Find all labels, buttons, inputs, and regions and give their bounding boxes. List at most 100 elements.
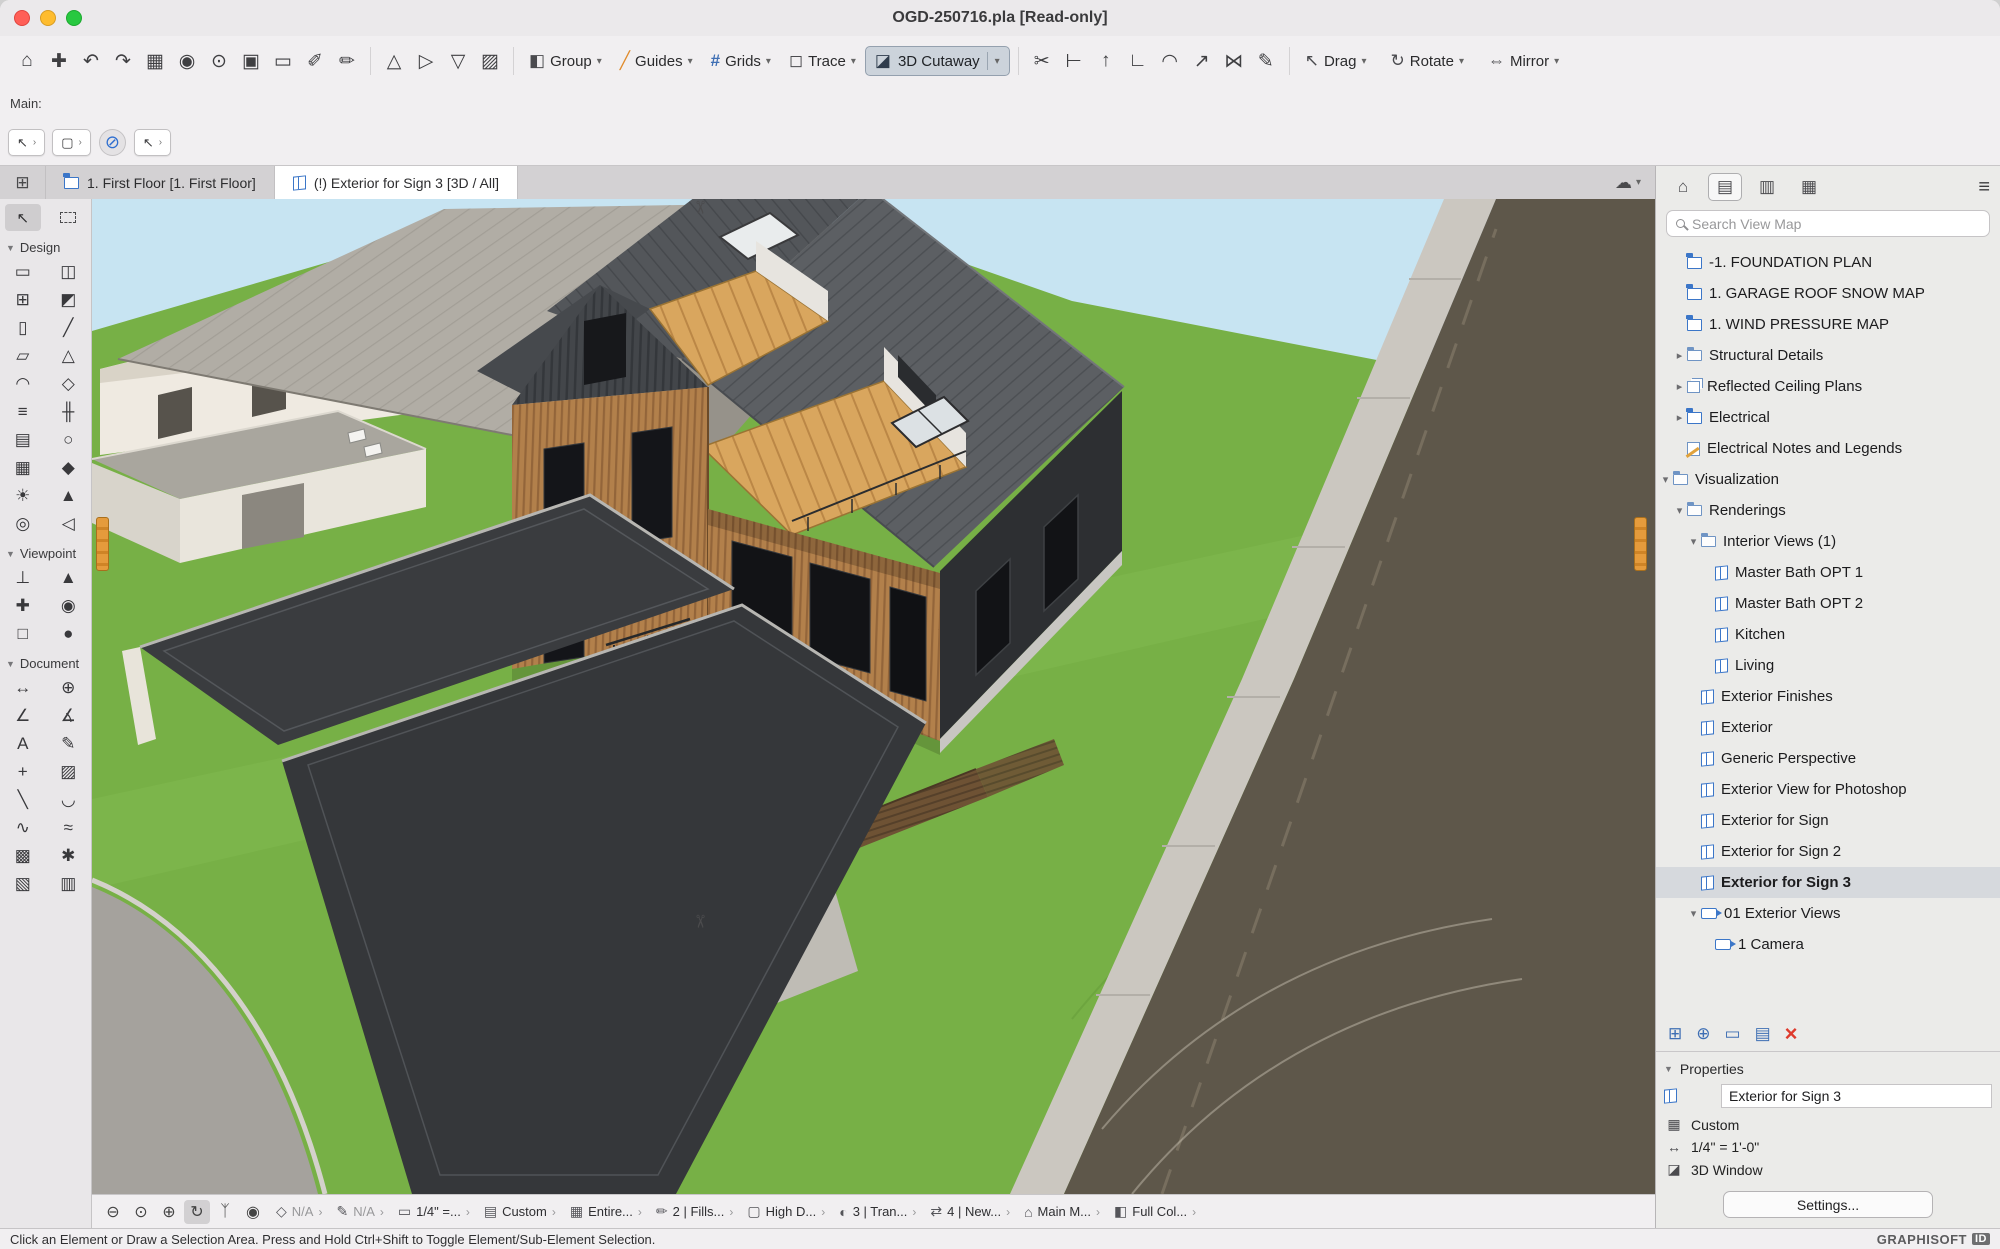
view-item-exterior[interactable]: Exterior [1656,712,2000,743]
dimension-tool-icon[interactable]: ↔ [5,675,41,700]
view-item-master-bath-opt-1[interactable]: Master Bath OPT 1 [1656,557,2000,588]
minimize-button[interactable] [40,10,56,26]
guides-dropdown[interactable]: ╱ Guides ▾ [613,47,700,75]
split-icon[interactable]: ✂ [1027,46,1057,76]
properties-header[interactable]: ▼ Properties [1656,1056,2000,1082]
3d-viewport[interactable]: ✂ ✂ [92,199,1655,1194]
section-tool-icon[interactable]: ⊥ [5,565,41,590]
scale-row[interactable]: ↔ 1/4" = 1'-0" [1656,1136,2000,1158]
grids-dropdown[interactable]: # Grids ▾ [704,47,778,75]
railing-tool-icon[interactable]: ╫ [50,399,86,424]
view-item-kitchen[interactable]: Kitchen [1656,619,2000,650]
object-tool-icon[interactable]: ◆ [50,455,86,480]
detail-tool-icon[interactable]: ◉ [50,593,86,618]
cutaway-3d-button[interactable]: ◪ 3D Cutaway ▾ [865,46,1010,76]
view-item-interior-views[interactable]: ▾ Interior Views (1) [1656,526,2000,557]
model-view-options-selector[interactable]: ▢ High D... › [741,1203,831,1220]
new-view-button[interactable]: ⊕ [1696,1024,1710,1044]
view-item-electrical[interactable]: ▸ Electrical [1656,402,2000,433]
column-tool-icon[interactable]: ▯ [5,315,41,340]
orbit-icon[interactable]: ↻ [184,1200,210,1224]
tree-disclosure-icon[interactable]: ▾ [1658,473,1673,486]
line-tool-icon[interactable]: ╲ [5,787,41,812]
tab-exterior-for-sign-3[interactable]: (!) Exterior for Sign 3 [3D / All] [275,166,518,199]
camera-tool-icon[interactable]: ● [50,621,86,646]
suspend-groups-button[interactable]: ⊘ [99,129,126,156]
curtain-wall-tool-icon[interactable]: ▤ [5,427,41,452]
marquee-tool-button[interactable] [50,204,86,231]
elevation-tool-icon[interactable]: ▲ [50,565,86,590]
view-item-foundation-plan[interactable]: -1. FOUNDATION PLAN [1656,247,2000,278]
hatch-orientation-icon[interactable]: ▨ [475,46,505,76]
tree-disclosure-icon[interactable]: ▸ [1672,349,1687,362]
view-item-exterior-for-sign[interactable]: Exterior for Sign [1656,805,2000,836]
trace-dropdown[interactable]: ◻ Trace ▾ [782,47,863,75]
home-icon[interactable]: ⌂ [12,46,42,76]
view-item-electrical-notes-and-legends[interactable]: Electrical Notes and Legends [1656,433,2000,464]
gravity-down-icon[interactable]: ▽ [443,46,473,76]
save-current-view-button[interactable]: ⊞ [1668,1024,1682,1044]
floor-plan-cut-plane-selector[interactable]: ⌂ Main M... › [1018,1203,1106,1220]
redo-icon[interactable]: ↷ [108,46,138,76]
scale-indicator[interactable]: ◇ N/A › [270,1203,328,1220]
gravity-up-icon[interactable]: △ [379,46,409,76]
toolbox-section-viewpoint[interactable]: ▼ Viewpoint [0,540,91,563]
view-item-exterior-for-sign-2[interactable]: Exterior for Sign 2 [1656,836,2000,867]
explore-icon[interactable]: ◉ [240,1200,266,1224]
pickup-parameters-icon[interactable]: ✐ [300,46,330,76]
layout-book-icon[interactable]: ▥ [1750,173,1784,201]
selection-tool-mini-button[interactable]: ↖ › [8,129,45,156]
fit-view-icon[interactable]: ⊙ [128,1200,154,1224]
active-arrow-tool-button[interactable]: ↖ › [134,129,171,156]
worksheet-tool-icon[interactable]: □ [5,621,41,646]
zoom-in-icon[interactable]: ⊕ [156,1200,182,1224]
graphic-override-selector[interactable]: ◐ 3 | Tran... › [833,1203,922,1220]
view-item-living[interactable]: Living [1656,650,2000,681]
view-item-wind-pressure-map[interactable]: 1. WIND PRESSURE MAP [1656,309,2000,340]
new-folder-button[interactable]: ▭ [1725,1024,1741,1044]
chevron-down-icon[interactable]: ▾ [995,56,1000,67]
drag-dropdown[interactable]: ↖ Drag ▾ [1298,47,1374,75]
teamwork-cloud-button[interactable]: ☁ ▾ [1601,166,1655,199]
view-item-generic-perspective[interactable]: Generic Perspective [1656,743,2000,774]
arrow-tool-button[interactable]: ↖ [5,204,41,231]
view-item-exterior-for-sign-3[interactable]: Exterior for Sign 3 [1656,867,2000,898]
view-type-row[interactable]: ◪ 3D Window [1656,1158,2000,1181]
search-elements-icon[interactable]: ◉ [172,46,202,76]
roof-tool-icon[interactable]: △ [50,343,86,368]
pen-indicator[interactable]: ✎ N/A › [330,1203,389,1220]
view-map-icon[interactable]: ▤ [1708,173,1742,201]
rotate-dropdown[interactable]: ↻ Rotate ▾ [1384,47,1471,75]
level-dimension-tool-icon[interactable]: ⊕ [50,675,86,700]
undo-icon[interactable]: ↶ [76,46,106,76]
star-tool-icon[interactable]: ✱ [50,843,86,868]
project-map-icon[interactable]: ⌂ [1666,173,1700,201]
close-button[interactable] [14,10,30,26]
zoom-button[interactable] [66,10,82,26]
mirror-dropdown[interactable]: ⇔ Mirror ▾ [1481,47,1566,75]
tree-disclosure-icon[interactable]: ▾ [1686,535,1701,548]
cutaway-plane-handle-left[interactable] [96,517,109,571]
view-settings-button[interactable]: ▤ [1755,1024,1771,1044]
corner-window-tool-icon[interactable]: ◩ [50,287,86,312]
navigator-menu-icon[interactable]: ≡ [1978,176,1990,199]
label-tool-icon[interactable]: ✎ [50,731,86,756]
view-item-exterior-finishes[interactable]: Exterior Finishes [1656,681,2000,712]
cutaway-scissor-marker-bottom[interactable]: ✂ [689,914,710,929]
view-item-garage-roof-snow-map[interactable]: 1. GARAGE ROOF SNOW MAP [1656,278,2000,309]
truss-tool-icon[interactable]: ◁ [50,511,86,536]
beam-tool-icon[interactable]: ╱ [50,315,86,340]
view-item-renderings[interactable]: ▾ Renderings [1656,495,2000,526]
hatch-tool-icon[interactable]: ▩ [5,843,41,868]
corner-icon[interactable]: ∟ [1123,46,1153,76]
polyline-tool-icon[interactable]: ∿ [5,815,41,840]
measure-icon[interactable]: ▭ [268,46,298,76]
find-select-icon[interactable]: ⊙ [204,46,234,76]
toolbox-section-design[interactable]: ▼ Design [0,234,91,257]
slab-tool-icon[interactable]: ▱ [5,343,41,368]
fill-tool-icon[interactable]: ▨ [50,759,86,784]
mesh-tool-icon[interactable]: ▦ [5,455,41,480]
structure-display-selector[interactable]: ▦ Entire... › [564,1203,648,1220]
adjust-icon[interactable]: ⊢ [1059,46,1089,76]
edit-elements-icon[interactable]: ✎ [1251,46,1281,76]
